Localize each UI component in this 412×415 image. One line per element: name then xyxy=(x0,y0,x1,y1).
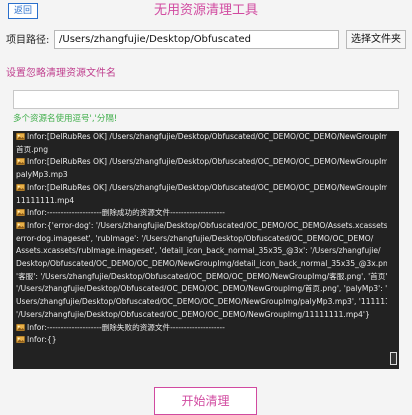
log-scrollbar-thumb[interactable] xyxy=(390,352,397,365)
log-line-text: 11111111.mp4 xyxy=(16,195,75,205)
log-line: '客服': '/Users/zhangfujie/Desktop/Obfusca… xyxy=(16,271,387,284)
log-line-text: '客服': '/Users/zhangfujie/Desktop/Obfusca… xyxy=(16,271,387,281)
log-line-text: error-dog.imageset', 'rubImage': '/Users… xyxy=(16,233,374,243)
ignore-resources-label: 设置忽略清理资源文件名 xyxy=(6,68,116,79)
log-line-text: Infor:--------------------删除成功的资源文件-----… xyxy=(27,208,225,218)
log-line-text: Infor:{} xyxy=(27,335,57,345)
page-title: 无用资源清理工具 xyxy=(153,3,258,18)
log-line: Infor:[DelRubRes OK] /Users/zhangfujie/D… xyxy=(16,182,387,195)
log-line: Infor:[DelRubRes OK] /Users/zhangfujie/D… xyxy=(16,131,387,144)
log-line: 11111111.mp4 xyxy=(16,195,387,208)
log-line: '/Users/zhangfujie/Desktop/Obfuscated/OC… xyxy=(16,309,387,322)
log-line: Infor:--------------------删除失败的资源文件-----… xyxy=(16,322,387,335)
log-line: 首页.png xyxy=(16,144,387,157)
log-line: Infor:--------------------删除成功的资源文件-----… xyxy=(16,207,387,220)
log-line: error-dog.imageset', 'rubImage': '/Users… xyxy=(16,233,387,246)
log-picture-icon xyxy=(16,183,25,191)
log-line: palyMp3.mp3 xyxy=(16,169,387,182)
log-picture-icon xyxy=(16,158,25,166)
log-picture-icon xyxy=(16,209,25,217)
project-path-label: 项目路径: xyxy=(6,35,50,46)
start-cleanup-button[interactable]: 开始清理 xyxy=(154,387,257,415)
project-path-input[interactable]: /Users/zhangfujie/Desktop/Obfuscated xyxy=(54,30,339,49)
log-line: Assets.xcassets/rubImage.imageset', 'det… xyxy=(16,245,387,258)
log-line-text: palyMp3.mp3 xyxy=(16,170,68,180)
log-line-text: Assets.xcassets/rubImage.imageset', 'det… xyxy=(16,246,381,256)
log-picture-icon xyxy=(16,323,25,331)
log-picture-icon xyxy=(16,222,25,229)
log-line: Desktop/Obfuscated/OC_DEMO/OC_DEMO/NewGr… xyxy=(16,258,387,271)
log-line: '/Users/zhangfujie/Desktop/Obfuscated/OC… xyxy=(16,283,387,296)
log-line-text: Infor:{'error-dog': '/Users/zhangfujie/D… xyxy=(27,220,387,230)
ignore-resources-input[interactable] xyxy=(13,90,399,109)
log-line: Infor:[DelRubRes OK] /Users/zhangfujie/D… xyxy=(16,156,387,169)
log-line: Infor:{} xyxy=(16,334,387,347)
log-line-text: Desktop/Obfuscated/OC_DEMO/OC_DEMO/NewGr… xyxy=(16,259,387,269)
log-picture-icon xyxy=(16,336,25,344)
log-line-text: '/Users/zhangfujie/Desktop/Obfuscated/OC… xyxy=(16,309,370,319)
log-line-text: 首页.png xyxy=(16,144,49,154)
log-line-text: '/Users/zhangfujie/Desktop/Obfuscated/OC… xyxy=(16,284,387,294)
log-line-text: Infor:[DelRubRes OK] /Users/zhangfujie/D… xyxy=(27,132,387,141)
ignore-hint: 多个资源名使用逗号','分隔! xyxy=(13,114,118,124)
choose-folder-button[interactable]: 选择文件夹 xyxy=(346,30,406,49)
log-line: Users/zhangfujie/Desktop/Obfuscated/OC_D… xyxy=(16,296,387,309)
log-line-text: Infor:--------------------删除失败的资源文件-----… xyxy=(27,322,225,332)
log-picture-icon xyxy=(16,133,25,140)
log-line-text: Infor:[DelRubRes OK] /Users/zhangfujie/D… xyxy=(27,182,387,192)
log-line: Infor:{'error-dog': '/Users/zhangfujie/D… xyxy=(16,220,387,233)
log-line-text: Users/zhangfujie/Desktop/Obfuscated/OC_D… xyxy=(16,297,387,307)
log-output[interactable]: Infor:[DelRubRes OK] /Users/zhangfujie/D… xyxy=(13,131,399,369)
log-line-text: Infor:[DelRubRes OK] /Users/zhangfujie/D… xyxy=(27,157,387,167)
